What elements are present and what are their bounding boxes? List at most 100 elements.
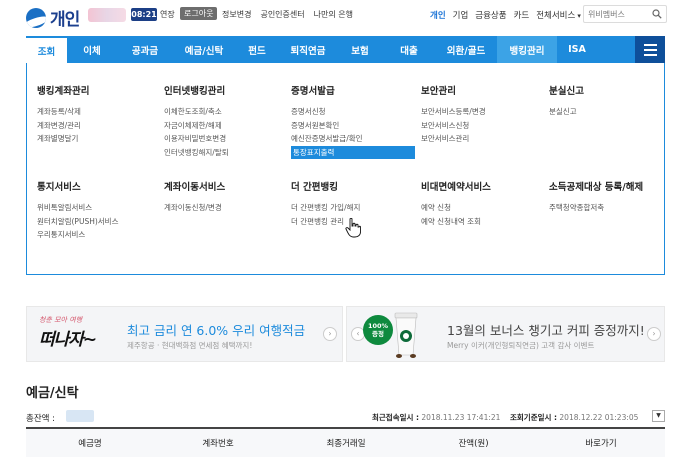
main-nav: 조회 이체 공과금 예금/신탁 펀드 퇴직연금 보험 대출 외환/골드 뱅킹관리… <box>26 36 665 63</box>
menu-item[interactable]: 자금이체제한/해제 <box>164 119 229 133</box>
menu-column-notification: 통지서비스 위비톡알림서비스 원터치알림(PUSH)서비스 우리통지서비스 <box>37 179 118 242</box>
site-link-products[interactable]: 금융상품 <box>475 9 506 21</box>
menu-item[interactable]: 계좌별명달기 <box>37 132 89 146</box>
site-links: 개인 기업 금융상품 카드 전체서비스 ▾ <box>430 9 581 21</box>
logo-text: 개인 <box>50 10 80 30</box>
logo-mark-icon <box>26 7 46 28</box>
travel-art: 청춘 모아 여행 떠나자~ <box>39 315 115 355</box>
extend-session-link[interactable]: 연장 <box>160 9 175 20</box>
nav-item-banking-management[interactable]: 뱅킹관리 <box>497 36 557 63</box>
menu-icon[interactable] <box>635 36 665 63</box>
menu-column-loss-report: 분실신고 분실신고 <box>549 83 584 119</box>
chevron-right-icon[interactable]: › <box>647 327 661 341</box>
chevron-right-icon[interactable]: › <box>323 327 337 341</box>
search-input[interactable] <box>584 6 650 22</box>
menu-heading[interactable]: 분실신고 <box>549 83 584 97</box>
nav-item-transfer[interactable]: 이체 <box>67 36 117 63</box>
site-link-all-services[interactable]: 전체서비스 ▾ <box>536 9 581 21</box>
column-header-last-transaction: 최종거래일 <box>326 439 366 449</box>
nav-item-fund[interactable]: 펀드 <box>235 36 279 63</box>
travel-art-small: 청춘 모아 여행 <box>39 316 83 324</box>
top-link-cert-center[interactable]: 공인인증센터 <box>260 9 304 20</box>
menu-column-account-transfer: 계좌이동서비스 계좌이동신청/변경 <box>164 179 225 215</box>
chevron-down-icon[interactable]: ▼ <box>652 410 665 422</box>
pension-event-banner[interactable]: ‹ 100% 증정 13월의 보너스 챙기고 커피 증정까지! Merry 이커… <box>346 306 665 362</box>
menu-item[interactable]: 증명서원본확인 <box>291 119 415 133</box>
menu-item[interactable]: 원터치알림(PUSH)서비스 <box>37 215 118 229</box>
menu-item[interactable]: 우리통지서비스 <box>37 228 118 242</box>
menu-item[interactable]: 이체한도조회/축소 <box>164 105 229 119</box>
caret-down-icon: ▾ <box>577 12 581 20</box>
menu-column-certificates: 증명서발급 증명서신청 증명서원본확인 예신잔증명서발급/확인 통장표지출력 <box>291 83 415 159</box>
nav-item-inquiry[interactable]: 조회 <box>26 36 67 63</box>
top-link-my-bank[interactable]: 나만의 은행 <box>314 9 353 20</box>
hundred-percent-badge: 100% 증정 <box>363 315 393 345</box>
menu-item[interactable]: 예약 신청내역 조회 <box>421 215 491 229</box>
menu-heading[interactable]: 뱅킹계좌관리 <box>37 83 89 97</box>
hand-cursor-icon <box>345 218 361 238</box>
menu-item[interactable]: 주택청약종합저축 <box>549 201 643 215</box>
menu-item[interactable]: 예약 신청 <box>421 201 491 215</box>
menu-item-passbook-cover-print[interactable]: 통장표지출력 <box>291 145 415 159</box>
promo-banner-row: 청춘 모아 여행 떠나자~ 최고 금리 연 6.0% 우리 여행적금 제주항공 … <box>26 306 665 362</box>
menu-heading[interactable]: 계좌이동서비스 <box>164 179 225 193</box>
menu-item[interactable]: 인터넷뱅킹해지/탈퇴 <box>164 146 229 160</box>
menu-item[interactable]: 보안서비스등록/변경 <box>421 105 486 119</box>
column-header-balance: 잔액(원) <box>458 439 489 449</box>
last-login-value: 2018.11.23 17:41:21 <box>421 413 501 422</box>
top-link-profile[interactable]: 정보변경 <box>222 9 251 20</box>
coffee-cup-icon <box>394 312 418 358</box>
menu-heading[interactable]: 증명서발급 <box>291 83 415 97</box>
session-timer: 08:21 <box>131 8 157 21</box>
menu-item[interactable]: 증명서신청 <box>291 105 415 119</box>
all-services-label: 전체서비스 <box>536 11 576 21</box>
site-link-personal[interactable]: 개인 <box>430 9 446 21</box>
menu-item[interactable]: 더 간편뱅킹 가입/해지 <box>291 201 360 215</box>
bank-logo[interactable]: 개인 <box>26 5 80 30</box>
total-balance-blurred <box>66 410 94 422</box>
menu-item[interactable]: 이용자비밀번호변경 <box>164 132 229 146</box>
column-header-deposit-name: 예금명 <box>78 439 102 449</box>
query-time-label: 조회기준일시 : <box>510 413 558 422</box>
menu-item[interactable]: 예신잔증명서발급/확인 <box>291 132 415 146</box>
column-header-account-number: 계좌번호 <box>202 439 234 449</box>
column-header-shortcut: 바로가기 <box>585 439 617 449</box>
search-icon[interactable] <box>652 9 662 19</box>
menu-item[interactable]: 분실신고 <box>549 105 584 119</box>
site-link-business[interactable]: 기업 <box>453 9 469 21</box>
travel-savings-banner[interactable]: 청춘 모아 여행 떠나자~ 최고 금리 연 6.0% 우리 여행적금 제주항공 … <box>26 306 343 362</box>
menu-heading[interactable]: 소득공제대상 등록/해제 <box>549 179 643 193</box>
nav-item-fx-gold[interactable]: 외환/골드 <box>435 36 497 63</box>
menu-heading[interactable]: 인터넷뱅킹관리 <box>164 83 229 97</box>
logout-button[interactable]: 로그아웃 <box>180 7 218 20</box>
menu-heading[interactable]: 보안관리 <box>421 83 486 97</box>
query-time-value: 2018.12.22 01:23:05 <box>559 413 639 422</box>
nav-item-utility-bills[interactable]: 공과금 <box>117 36 173 63</box>
query-time: 조회기준일시 : 2018.12.22 01:23:05 <box>510 412 638 423</box>
nav-item-isa[interactable]: ISA <box>557 36 597 63</box>
menu-item[interactable]: 계좌이동신청/변경 <box>164 201 225 215</box>
menu-heading[interactable]: 통지서비스 <box>37 179 118 193</box>
menu-item[interactable]: 보안서비스신청 <box>421 119 486 133</box>
banner-subtitle: Merry 이커(개인형퇴직연금) 고객 감사 이벤트 <box>447 341 595 350</box>
menu-item[interactable]: 계좌등록/삭제 <box>37 105 89 119</box>
menu-item[interactable]: 위비톡알림서비스 <box>37 201 118 215</box>
nav-item-loan[interactable]: 대출 <box>383 36 435 63</box>
last-login-label: 최근접속일시 : <box>372 413 420 422</box>
banner-subtitle: 제주항공 · 현대백화점 면세점 혜택까지! <box>127 341 253 350</box>
nav-item-pension[interactable]: 퇴직연금 <box>279 36 337 63</box>
total-balance-label: 총잔액 : <box>26 414 56 424</box>
menu-column-security: 보안관리 보안서비스등록/변경 보안서비스신청 보안서비스관리 <box>421 83 486 146</box>
top-links: 정보변경 공인인증센터 나만의 은행 <box>222 9 353 20</box>
banner-title: 13월의 보너스 챙기고 커피 증정까지! <box>447 323 645 338</box>
menu-item[interactable]: 계좌변경/관리 <box>37 119 89 133</box>
menu-item[interactable]: 보안서비스관리 <box>421 132 486 146</box>
menu-heading[interactable]: 비대면예약서비스 <box>421 179 491 193</box>
nav-item-insurance[interactable]: 보험 <box>337 36 383 63</box>
menu-heading[interactable]: 더 간편뱅킹 <box>291 179 360 193</box>
site-link-card[interactable]: 카드 <box>514 9 530 21</box>
nav-item-deposit-trust[interactable]: 예금/신탁 <box>173 36 235 63</box>
badge-line1: 100% <box>367 322 389 330</box>
deposits-table-header: 예금명 계좌번호 최종거래일 잔액(원) 바로가기 <box>26 427 665 457</box>
deposits-section-title: 예금/신탁 <box>26 386 79 401</box>
